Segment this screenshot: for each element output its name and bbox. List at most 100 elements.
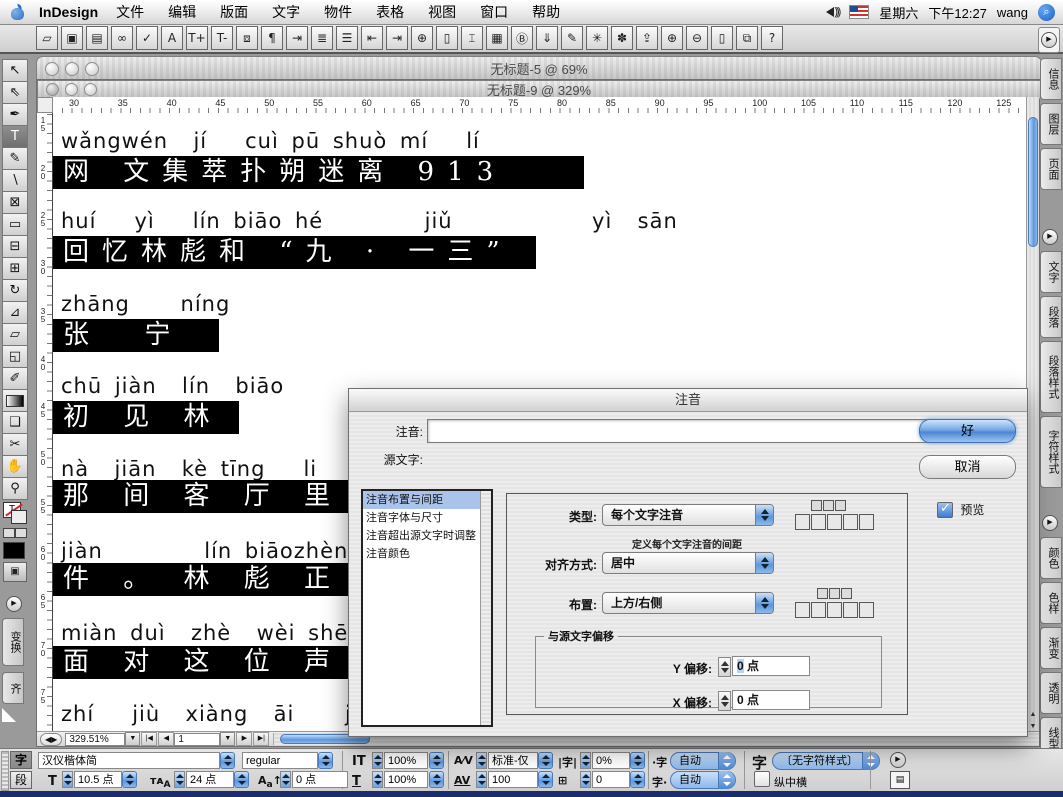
ok-button[interactable]: 好 xyxy=(919,419,1016,443)
app-menu[interactable]: InDesign xyxy=(39,4,98,20)
side-panel-tab-1-1[interactable]: 段落 xyxy=(1040,296,1062,338)
spotlight-search-icon[interactable]: ⌕ xyxy=(1038,4,1055,21)
brush-button[interactable]: ✎ xyxy=(561,26,583,50)
tatechuyoko-checkbox[interactable] xyxy=(754,771,770,787)
leading-stepper[interactable] xyxy=(174,771,185,788)
zoom-tool[interactable]: ⚲ xyxy=(2,477,28,500)
close-button[interactable] xyxy=(45,62,59,76)
align-popup[interactable]: 居中 xyxy=(602,552,774,574)
side-panel-tab-1-2[interactable]: 段落样式 xyxy=(1040,341,1062,413)
vertical-scroll-thumb[interactable] xyxy=(1028,117,1038,247)
y-offset-field[interactable]: 0 点 xyxy=(732,656,810,676)
frame-tool[interactable]: ⊠ xyxy=(2,191,28,214)
dialog-titlebar[interactable]: 注音 xyxy=(349,389,1027,412)
leading-dropdown[interactable] xyxy=(234,771,249,788)
zoom-button[interactable] xyxy=(84,83,97,96)
side-panel-tab-0-1[interactable]: 图层 xyxy=(1040,103,1062,145)
toolbar-expand-button[interactable]: ▶ xyxy=(1041,32,1057,48)
side-panel-tab-2-2[interactable]: 渐变 xyxy=(1040,627,1062,669)
y-offset-stepper[interactable] xyxy=(718,657,731,677)
placement-popup[interactable]: 上方/右侧 xyxy=(602,592,774,614)
increase-indent-button[interactable]: ⇥ xyxy=(386,26,408,50)
line-tool[interactable]: ∖ xyxy=(2,169,28,192)
side-panel-tab-1-0[interactable]: 文字 xyxy=(1040,251,1062,293)
effects-button[interactable]: ✳ xyxy=(586,26,608,50)
menu-item-0[interactable]: 文件 xyxy=(104,0,156,24)
export-button[interactable]: ⇓ xyxy=(536,26,558,50)
help-button[interactable]: ? xyxy=(761,26,783,50)
font-size-dropdown[interactable] xyxy=(122,771,137,788)
palette-menu-button[interactable]: ▶ xyxy=(890,752,906,768)
view-mode-button[interactable]: ▣ xyxy=(3,562,27,582)
zoom-in-button[interactable]: ⊕ xyxy=(661,26,683,50)
decrease-indent-button[interactable]: ⇤ xyxy=(361,26,383,50)
side-panel-tab-2-1[interactable]: 色样 xyxy=(1040,582,1062,624)
side-panel-tab-0-0[interactable]: 信息 xyxy=(1040,58,1062,100)
x-offset-stepper[interactable] xyxy=(718,691,731,711)
character-style-popup[interactable]: 〔无字符样式〕 xyxy=(772,752,880,770)
pinyin-line[interactable]: wǎngwén jí cuì pū shuò mí lí xyxy=(61,129,480,153)
menu-item-1[interactable]: 编辑 xyxy=(156,0,208,24)
proportional-spacing-field[interactable]: 0% xyxy=(592,752,630,769)
paragraph-marks-button[interactable]: ¶ xyxy=(261,26,283,50)
pen-tool[interactable]: ✒ xyxy=(2,103,28,126)
open-button[interactable]: ▱ xyxy=(36,26,58,50)
page-dropdown-button[interactable]: ▼ xyxy=(220,732,235,746)
shear-tool[interactable]: ▱ xyxy=(2,323,28,346)
horizontal-scale-field[interactable]: 100% xyxy=(384,771,428,788)
scissors-tool[interactable]: ✂ xyxy=(2,433,28,456)
tracking-dropdown[interactable] xyxy=(538,771,553,788)
selected-hanzi-text[interactable]: 初 见 林 彪 xyxy=(53,401,239,434)
page-number-field[interactable]: 1 xyxy=(174,733,220,746)
font-button[interactable]: A xyxy=(161,26,183,50)
paragraph-palette-tab[interactable]: 段 xyxy=(10,771,32,789)
increase-type-size-button[interactable]: T+ xyxy=(186,26,208,50)
menu-clock-time[interactable]: 下午12:27 xyxy=(928,3,987,22)
apply-color-swatch[interactable] xyxy=(3,542,25,559)
font-style-field[interactable]: regular xyxy=(242,752,318,769)
selected-hanzi-text[interactable]: 张 宁 xyxy=(53,319,219,352)
zoom-out-button[interactable]: ⊖ xyxy=(686,26,708,50)
character-palette-tab[interactable]: 字 xyxy=(10,751,32,769)
direct-selection-tool[interactable]: ⇖ xyxy=(2,81,28,104)
space-before-popup[interactable]: 自动 xyxy=(670,752,736,770)
kerning-stepper[interactable] xyxy=(476,752,487,769)
hand-tool[interactable]: ✋ xyxy=(2,455,28,478)
pinyin-line[interactable]: chū jiàn lín biāo xyxy=(61,374,284,398)
ruby-settings-list-item[interactable]: 注音超出源文字时调整 xyxy=(363,527,491,545)
selected-hanzi-text[interactable]: 网 文集萃扑朔迷离 913 xyxy=(53,156,584,189)
kerning-field[interactable]: 标准-仅 xyxy=(488,752,538,769)
horizontal-scale-stepper[interactable] xyxy=(372,771,383,788)
menu-item-4[interactable]: 物件 xyxy=(312,0,364,24)
type-popup[interactable]: 每个文字注音 xyxy=(602,504,774,526)
baseline-shift-stepper[interactable] xyxy=(280,771,291,788)
minimize-button[interactable] xyxy=(65,83,78,96)
insert-pages-button[interactable]: ⊕ xyxy=(411,26,433,50)
button-button[interactable]: Ⓑ xyxy=(511,26,533,50)
vertical-scale-stepper[interactable] xyxy=(372,752,383,769)
menu-item-2[interactable]: 版面 xyxy=(208,0,260,24)
docked-panel-expand-button[interactable]: ▶ xyxy=(6,596,22,612)
vertical-grid-tool[interactable]: ⊞ xyxy=(2,257,28,280)
last-page-button[interactable]: ▶| xyxy=(253,732,269,746)
volume-icon[interactable]: ))) xyxy=(826,6,839,18)
menu-item-8[interactable]: 帮助 xyxy=(520,0,572,24)
close-button[interactable] xyxy=(46,83,59,96)
zoom-level-field[interactable]: 329.51% xyxy=(65,733,125,746)
side-panel-tab-2-3[interactable]: 透明 xyxy=(1040,672,1062,714)
apple-menu-icon[interactable] xyxy=(10,5,25,20)
panel-group-expand-button[interactable]: ▶ xyxy=(1042,515,1058,531)
list-scrollbar[interactable] xyxy=(480,491,491,725)
font-family-dropdown[interactable] xyxy=(220,752,235,769)
font-family-field[interactable]: 汉仪楷体简 xyxy=(38,752,220,769)
scale-tool[interactable]: ⊿ xyxy=(2,301,28,324)
spellcheck-button[interactable]: ✓ xyxy=(136,26,158,50)
ruler-origin-corner[interactable] xyxy=(37,97,53,113)
print-button[interactable]: ▤ xyxy=(86,26,108,50)
position-tool[interactable]: ❑ xyxy=(2,411,28,434)
ruby-settings-list-item[interactable]: 注音颜色 xyxy=(363,545,491,563)
formatting-affects-container-icon[interactable] xyxy=(15,528,27,538)
flower-button[interactable]: ✽ xyxy=(611,26,633,50)
menu-item-3[interactable]: 文字 xyxy=(260,0,312,24)
fill-frame-button[interactable]: ⧈ xyxy=(236,26,258,50)
